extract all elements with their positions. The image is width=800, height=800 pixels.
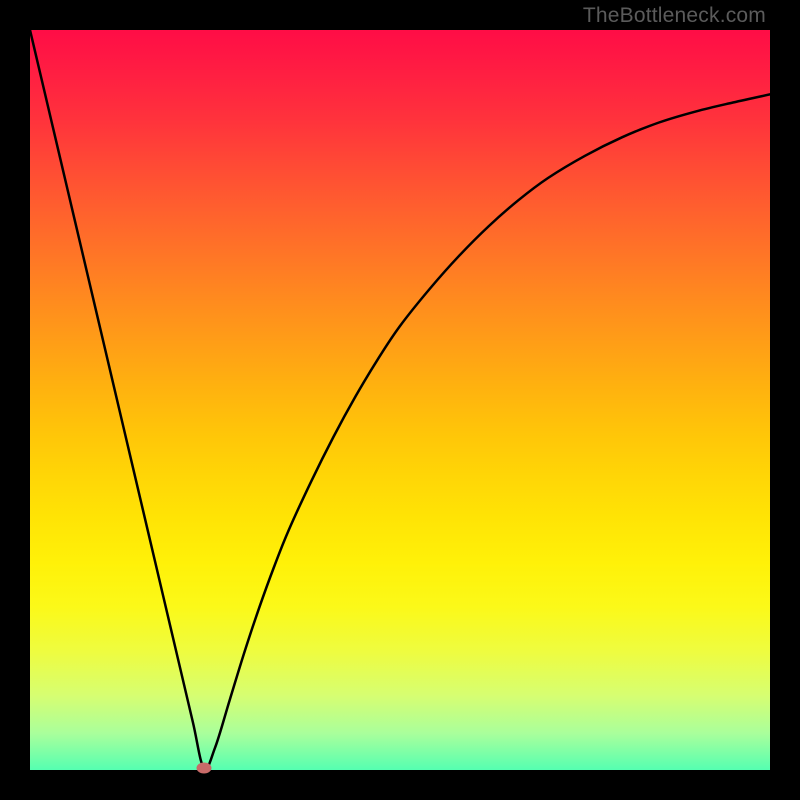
bottleneck-curve [30, 30, 770, 770]
minimum-point-marker [196, 762, 211, 773]
plot-area [30, 30, 770, 770]
watermark-text: TheBottleneck.com [583, 4, 766, 28]
chart-frame: TheBottleneck.com [0, 0, 800, 800]
